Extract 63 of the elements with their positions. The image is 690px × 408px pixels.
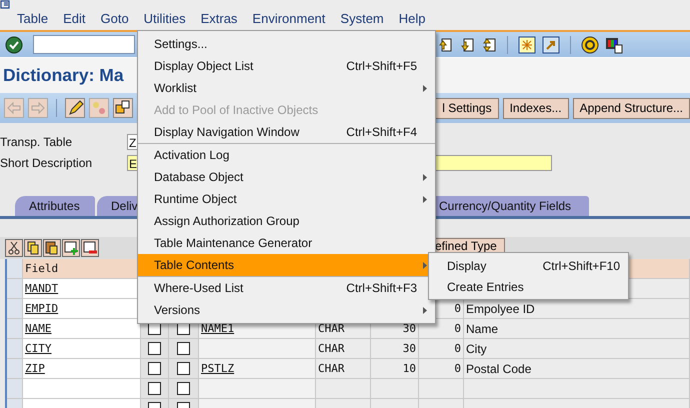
- initial-checkbox[interactable]: [177, 382, 190, 395]
- table-cell: CHAR: [316, 359, 371, 378]
- command-field[interactable]: [33, 35, 135, 54]
- initial-checkbox[interactable]: [177, 342, 190, 355]
- menu-item[interactable]: Create Entries: [429, 276, 628, 297]
- key-checkbox[interactable]: [148, 362, 161, 375]
- table-cell: CHAR: [316, 339, 371, 358]
- submenu-arrow-icon: [423, 174, 427, 181]
- field-label: Short Description: [0, 156, 94, 170]
- select-all-cell[interactable]: [7, 259, 23, 278]
- menu-item[interactable]: Display Object List Ctrl+Shift+F5: [138, 55, 435, 77]
- key-checkbox[interactable]: [148, 382, 161, 395]
- menu-item[interactable]: Database Object: [138, 166, 435, 188]
- menu-item[interactable]: Environment: [252, 11, 326, 26]
- submenu-arrow-icon: [423, 85, 427, 92]
- toolbar-button[interactable]: Append Structure...: [572, 98, 690, 118]
- hierarchy-icon[interactable]: [112, 98, 133, 118]
- key-checkbox[interactable]: [148, 342, 161, 355]
- submenu-arrow-icon: [423, 262, 427, 269]
- help-icon[interactable]: [581, 36, 599, 54]
- menu-item[interactable]: System: [340, 11, 384, 26]
- page-up-icon[interactable]: [437, 36, 453, 52]
- menu-item[interactable]: Table: [17, 11, 48, 26]
- table-cell[interactable]: [199, 339, 316, 358]
- scissors-icon[interactable]: [5, 239, 23, 257]
- toolbar-button[interactable]: l Settings: [434, 98, 499, 118]
- shortcut-icon[interactable]: [542, 36, 560, 54]
- paste-icon[interactable]: [43, 239, 61, 257]
- submenu-arrow-icon: [423, 307, 427, 314]
- menu-item[interactable]: Utilities: [144, 11, 186, 26]
- menu-item[interactable]: Display Navigation Window Ctrl+Shift+F4: [138, 121, 435, 143]
- screen-title: Dictionary: Ma: [3, 65, 124, 86]
- table-cell[interactable]: CITY: [23, 339, 141, 358]
- menu-item[interactable]: Activation Log: [138, 144, 435, 166]
- check-icon[interactable]: [5, 36, 23, 54]
- table-cell: Postal Code: [464, 359, 690, 378]
- table-cell: City: [464, 339, 690, 358]
- field-label: Transp. Table: [0, 134, 74, 148]
- table-cell[interactable]: NAME: [23, 319, 141, 338]
- initial-checkbox[interactable]: [177, 362, 190, 375]
- table-cell[interactable]: [23, 379, 141, 398]
- page-down-icon[interactable]: [459, 36, 475, 52]
- tab[interactable]: Attributes: [15, 196, 95, 216]
- copy-icon[interactable]: [24, 239, 42, 257]
- insert-row-icon[interactable]: [62, 239, 80, 257]
- menu-item[interactable]: Help: [398, 11, 426, 26]
- table-cell: Name: [464, 319, 690, 338]
- delete-row-icon[interactable]: [81, 239, 99, 257]
- menu-item[interactable]: Edit: [63, 11, 86, 26]
- menu-item[interactable]: Goto: [100, 11, 129, 26]
- window-icon[interactable]: [0, 0, 12, 9]
- page-scroll-icon[interactable]: [481, 36, 497, 52]
- pencil-icon[interactable]: [64, 98, 85, 118]
- window-icon[interactable]: [518, 36, 536, 54]
- menu-item[interactable]: Extras: [200, 11, 238, 26]
- table-cell[interactable]: ZIP: [23, 359, 141, 378]
- toolbar-button[interactable]: Indexes...: [502, 98, 569, 118]
- table-cell[interactable]: [199, 379, 316, 398]
- table-cell[interactable]: PSTLZ: [199, 359, 316, 378]
- table-cell: Empolyee ID: [464, 299, 690, 318]
- menu-item[interactable]: Worklist: [138, 77, 435, 99]
- submenu-arrow-icon: [423, 196, 427, 203]
- monitor-icon[interactable]: [605, 36, 623, 54]
